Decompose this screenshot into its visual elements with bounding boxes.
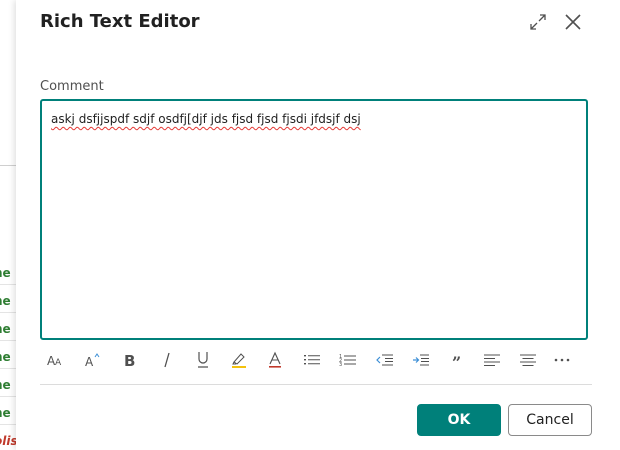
svg-text:A: A bbox=[55, 358, 62, 368]
background-row: he bbox=[0, 262, 16, 285]
numbered-list-icon[interactable]: 123 bbox=[334, 347, 362, 373]
align-center-icon[interactable] bbox=[514, 347, 542, 373]
underline-icon[interactable] bbox=[189, 347, 217, 373]
svg-text:A: A bbox=[85, 355, 94, 368]
align-left-icon[interactable] bbox=[478, 347, 506, 373]
background-row: he bbox=[0, 290, 16, 313]
footer-divider bbox=[40, 384, 592, 385]
decrease-indent-icon[interactable] bbox=[371, 347, 399, 373]
text-color-icon[interactable] bbox=[261, 347, 289, 373]
background-row: he bbox=[0, 346, 16, 369]
svg-text:3: 3 bbox=[339, 362, 342, 367]
background-divider bbox=[0, 165, 16, 166]
highlight-icon[interactable] bbox=[225, 347, 253, 373]
comment-editor[interactable]: askj dsfjjspdf sdjf osdfj[djf jds fjsd f… bbox=[40, 99, 588, 340]
background-row: he bbox=[0, 374, 16, 397]
bulleted-list-icon[interactable] bbox=[298, 347, 326, 373]
background-row: olis bbox=[0, 434, 16, 448]
font-size-icon[interactable]: AA bbox=[42, 347, 70, 373]
quote-icon[interactable]: ” bbox=[443, 347, 471, 373]
editor-content[interactable]: askj dsfjjspdf sdjf osdfj[djf jds fjsd f… bbox=[51, 112, 361, 126]
increase-indent-icon[interactable] bbox=[407, 347, 435, 373]
italic-icon[interactable] bbox=[153, 347, 181, 373]
close-icon[interactable] bbox=[561, 10, 585, 34]
svg-text:B: B bbox=[124, 352, 135, 368]
font-color-icon[interactable]: A bbox=[79, 347, 107, 373]
background-page: he he he he he he olis bbox=[0, 0, 16, 450]
bold-icon[interactable]: B bbox=[116, 347, 144, 373]
svg-text:”: ” bbox=[452, 353, 461, 367]
formatting-toolbar: AA A B 123 ” bbox=[40, 347, 588, 373]
cancel-button[interactable]: Cancel bbox=[508, 404, 592, 436]
ok-button[interactable]: OK bbox=[417, 404, 501, 436]
comment-label: Comment bbox=[40, 79, 104, 94]
background-row: he bbox=[0, 318, 16, 341]
expand-icon[interactable] bbox=[526, 10, 550, 34]
background-row: he bbox=[0, 402, 16, 425]
more-options-icon[interactable] bbox=[548, 347, 576, 373]
dialog-title: Rich Text Editor bbox=[40, 11, 200, 32]
rich-text-editor-dialog: Rich Text Editor Comment askj dsfjjspdf … bbox=[16, 0, 620, 450]
